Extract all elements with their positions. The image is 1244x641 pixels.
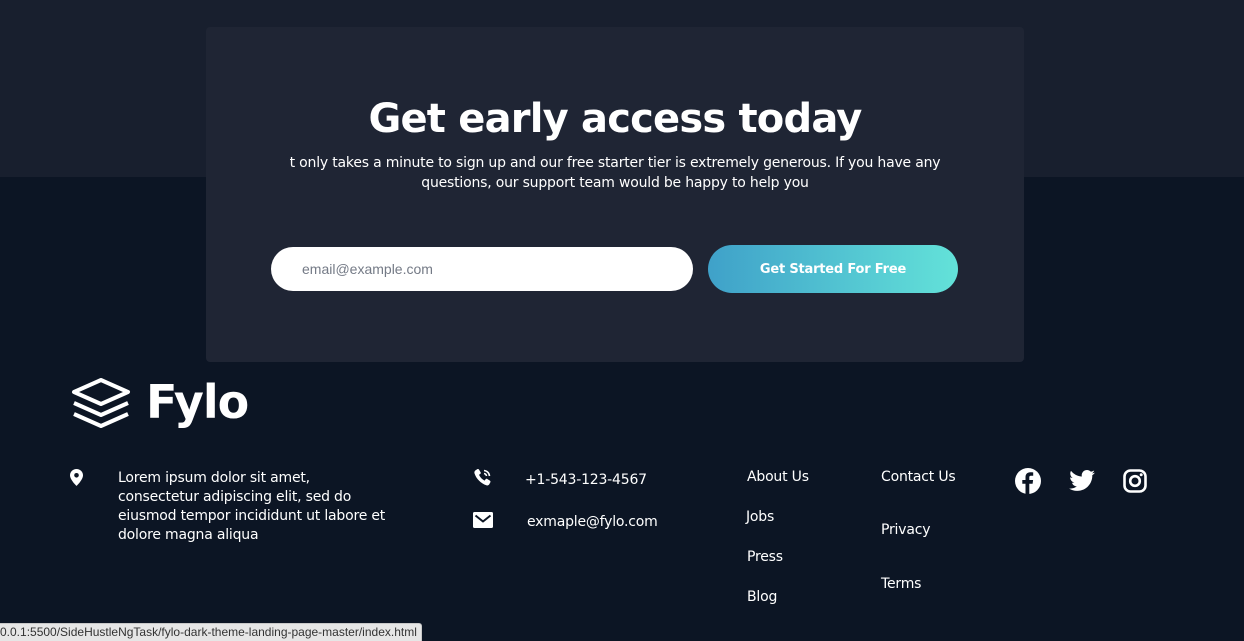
twitter-icon[interactable] <box>1069 470 1095 492</box>
footer-link-contact-us[interactable]: Contact Us <box>881 468 956 487</box>
phone-icon <box>474 468 491 486</box>
early-access-card: Get early access today t only takes a mi… <box>206 27 1024 362</box>
logo-text: Fylo <box>146 375 249 429</box>
footer-email: exmaple@fylo.com <box>527 514 658 530</box>
footer-link-terms[interactable]: Terms <box>881 575 921 594</box>
footer-address: Lorem ipsum dolor sit amet, consectetur … <box>118 470 386 543</box>
footer-link-jobs[interactable]: Jobs <box>746 508 774 527</box>
location-pin-icon <box>70 469 83 486</box>
footer-link-about-us[interactable]: About Us <box>747 468 809 487</box>
footer-link-privacy[interactable]: Privacy <box>881 521 930 540</box>
footer-logo[interactable]: Fylo <box>70 375 249 429</box>
instagram-icon[interactable] <box>1123 469 1147 493</box>
footer-link-blog[interactable]: Blog <box>747 588 777 607</box>
early-access-title: Get early access today <box>368 96 862 142</box>
footer-link-press[interactable]: Press <box>747 548 783 567</box>
get-started-button[interactable]: Get Started For Free <box>708 245 958 293</box>
facebook-icon[interactable] <box>1015 468 1041 494</box>
browser-status-bar: 0.0.1:5500/SideHustleNgTask/fylo-dark-th… <box>0 623 422 641</box>
early-access-description: t only takes a minute to sign up and our… <box>289 155 941 191</box>
footer-phone: +1-543-123-4567 <box>525 472 647 488</box>
email-icon <box>473 512 493 528</box>
email-input[interactable] <box>271 247 693 291</box>
fylo-logo-icon <box>72 378 130 428</box>
